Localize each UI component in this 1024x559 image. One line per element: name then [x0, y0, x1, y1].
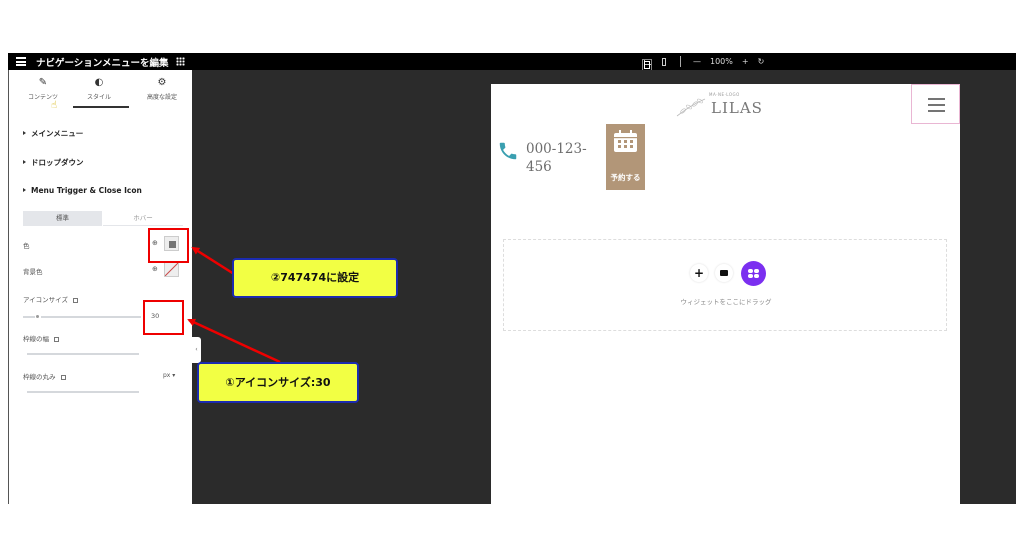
state-tab-hover[interactable]: ホバー: [103, 211, 183, 226]
responsive-icon[interactable]: [72, 297, 78, 303]
panel-tabs: ✎ コンテンツ ◐ スタイル ⚙ 高度な設定 ☝: [9, 70, 193, 112]
hamburger-bar: [928, 104, 945, 106]
caret-right-icon: [23, 188, 26, 192]
kit-icon-part: [748, 269, 753, 273]
tab-style[interactable]: ◐ スタイル: [79, 77, 119, 102]
logo-text: LILAS: [711, 99, 763, 117]
half-circle-icon: ◐: [94, 77, 104, 88]
screenshot-stage: ナビゲーションメニューを編集 — 100% + ↻ ✎ コンテンツ ◐ スタイル: [0, 0, 1024, 559]
zoom-in-button[interactable]: +: [742, 57, 749, 66]
section-main-menu[interactable]: メインメニュー: [23, 128, 83, 139]
border-radius-label: 枠線の丸み: [23, 371, 66, 381]
responsive-controls: — 100% + ↻: [642, 53, 773, 71]
kit-icon-part: [754, 269, 759, 273]
elementor-kit-button[interactable]: [741, 261, 766, 286]
state-tabs: 標準 ホバー: [23, 211, 183, 226]
kit-icon-part: [754, 274, 759, 278]
icon-size-slider-left[interactable]: [23, 316, 35, 318]
icon-size-slider-knob[interactable]: [36, 315, 39, 318]
menu-toggle-button[interactable]: [911, 84, 960, 124]
tab-label: スタイル: [86, 94, 111, 101]
leaf-icon: [676, 98, 706, 117]
logo-tagline: MA·NE·LOGO: [709, 92, 740, 97]
section-menu-trigger[interactable]: Menu Trigger & Close Icon: [23, 186, 142, 195]
site-logo[interactable]: MA·NE·LOGO LILAS: [675, 92, 765, 122]
panel-header: ナビゲーションメニューを編集: [8, 53, 192, 70]
phone-number[interactable]: 000-123-456: [526, 140, 601, 176]
highlight-color-swatch: [148, 228, 189, 263]
undo-icon[interactable]: ↻: [758, 57, 765, 66]
page-preview: MA·NE·LOGO LILAS 000-123-456 予約する + ウィジェ…: [491, 84, 960, 504]
caret-right-icon: [23, 131, 26, 135]
reservation-label: 予約する: [610, 173, 641, 182]
divider: [680, 56, 681, 67]
icon-size-label: アイコンサイズ: [23, 294, 78, 304]
tab-content[interactable]: ✎ コンテンツ: [23, 77, 63, 102]
reservation-button[interactable]: 予約する: [606, 124, 645, 190]
mobile-icon[interactable]: [662, 57, 666, 66]
callout-icon-size: ①アイコンサイズ:30: [197, 362, 359, 403]
caret-right-icon: [23, 160, 26, 164]
phone-icon: [499, 142, 517, 160]
state-tab-normal[interactable]: 標準: [23, 211, 102, 226]
responsive-icon[interactable]: [54, 336, 59, 342]
tab-advanced[interactable]: ⚙ 高度な設定: [141, 77, 183, 102]
hamburger-bar: [928, 98, 945, 100]
hamburger-icon[interactable]: [16, 57, 26, 66]
widgets-grid-icon[interactable]: [176, 57, 185, 66]
zoom-out-button[interactable]: —: [693, 57, 701, 66]
color-label: 色: [23, 242, 30, 250]
hamburger-bar: [928, 110, 945, 112]
drop-zone-text: ウィジェットをここにドラッグ: [680, 298, 772, 306]
border-width-label: 枠線の幅: [23, 333, 59, 343]
border-radius-slider[interactable]: [27, 391, 139, 393]
widget-drop-zone[interactable]: + ウィジェットをここにドラッグ: [503, 239, 947, 331]
panel-title: ナビゲーションメニューを編集: [36, 58, 169, 69]
hand-pointer-icon: ☝: [51, 100, 58, 111]
bg-color-swatch[interactable]: [164, 262, 179, 277]
add-section-button[interactable]: +: [690, 264, 708, 282]
calendar-icon: [614, 130, 637, 152]
responsive-icon[interactable]: [60, 374, 66, 380]
template-library-button[interactable]: [715, 264, 733, 282]
pencil-icon: ✎: [38, 77, 48, 88]
border-width-slider[interactable]: [27, 353, 139, 355]
tablet-icon[interactable]: [642, 59, 652, 71]
zoom-level: 100%: [710, 57, 733, 66]
editor-topbar: ナビゲーションメニューを編集 — 100% + ↻: [8, 53, 1016, 71]
collapse-panel-button[interactable]: ‹: [192, 337, 201, 363]
active-tab-indicator: [73, 106, 129, 108]
unit-selector[interactable]: px ▾: [163, 372, 175, 379]
editor-panel: ✎ コンテンツ ◐ スタイル ⚙ 高度な設定 ☝ メインメニュー ドロップダウン…: [8, 70, 192, 504]
gear-icon: ⚙: [157, 77, 167, 88]
folder-icon: [720, 270, 728, 276]
kit-icon-part: [748, 274, 753, 278]
bg-color-label: 背景色: [23, 268, 43, 276]
callout-set-color: ②747474に設定: [232, 258, 398, 298]
globe-icon[interactable]: ⊕: [152, 265, 158, 273]
highlight-icon-size: [143, 300, 184, 335]
section-dropdown[interactable]: ドロップダウン: [23, 157, 84, 168]
icon-size-slider[interactable]: [41, 316, 141, 318]
tab-label: 高度な設定: [146, 94, 177, 101]
